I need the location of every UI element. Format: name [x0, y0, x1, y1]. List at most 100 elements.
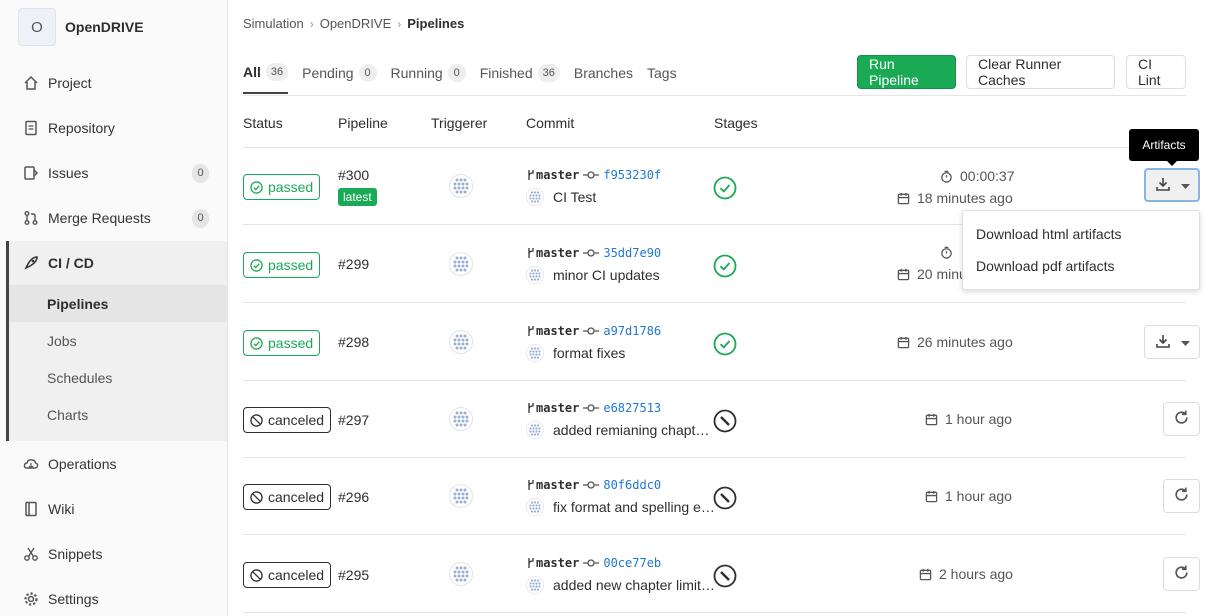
tab-label: Branches: [573, 65, 634, 81]
artifacts-dropdown-button[interactable]: [1144, 325, 1200, 359]
retry-button[interactable]: [1163, 402, 1200, 436]
pipeline-id-link[interactable]: #297: [338, 412, 369, 428]
branch-link[interactable]: master: [536, 478, 579, 492]
stage-passed-icon[interactable]: [713, 176, 737, 200]
project-header[interactable]: O OpenDRIVE: [18, 8, 144, 46]
branch-link[interactable]: master: [536, 168, 579, 182]
pipeline-id-link[interactable]: #299: [338, 256, 369, 272]
pipeline-id-link[interactable]: #296: [338, 489, 369, 505]
tab-all[interactable]: All 36: [243, 56, 289, 94]
clear-runner-caches-button[interactable]: Clear Runner Caches: [966, 55, 1115, 89]
branch-link[interactable]: master: [536, 401, 579, 415]
finished-time-label: 1 hour ago: [945, 411, 1012, 427]
branch-link[interactable]: master: [536, 324, 579, 338]
commit-title-link[interactable]: added remianing chapt…: [553, 422, 709, 438]
breadcrumb-opendrive[interactable]: OpenDRIVE: [320, 16, 392, 31]
sidebar-item-project[interactable]: Project: [0, 63, 227, 103]
branch-link[interactable]: master: [536, 556, 579, 570]
triggerer-avatar[interactable]: [449, 252, 473, 276]
stage-canceled-icon[interactable]: [713, 486, 737, 510]
breadcrumb-simulation[interactable]: Simulation: [243, 16, 304, 31]
branch-link[interactable]: master: [536, 246, 579, 260]
branch-icon: [528, 248, 534, 258]
tab-tags[interactable]: Tags: [647, 56, 677, 94]
commit-author-avatar[interactable]: [526, 498, 544, 516]
sidebar-subitem-schedules[interactable]: Schedules: [0, 359, 227, 396]
sidebar-item-operations[interactable]: Operations: [0, 444, 227, 484]
commit-title-link[interactable]: format fixes: [553, 345, 625, 361]
commit-sha-link[interactable]: 00ce77eb: [603, 556, 661, 570]
status-badge[interactable]: passed: [243, 174, 321, 200]
sidebar-subitem-jobs[interactable]: Jobs: [0, 322, 227, 359]
status-badge[interactable]: canceled: [243, 562, 332, 588]
triggerer-avatar[interactable]: [449, 484, 473, 508]
sidebar-item-wiki[interactable]: Wiki: [0, 489, 227, 529]
sidebar-item-repository[interactable]: Repository: [0, 108, 227, 148]
status-badge[interactable]: canceled: [243, 484, 332, 510]
sidebar-item-merge-requests[interactable]: Merge Requests 0: [0, 198, 227, 238]
finished-time-label: 26 minutes ago: [917, 334, 1013, 350]
commit-title-link[interactable]: CI Test: [553, 189, 596, 205]
pipeline-finished-time: 1 hour ago: [925, 411, 1012, 427]
status-badge[interactable]: canceled: [243, 407, 332, 433]
commit-sha-link[interactable]: 35dd7e90: [603, 246, 661, 260]
check-circle-icon: [250, 258, 263, 272]
stage-canceled-icon[interactable]: [713, 564, 737, 588]
status-badge[interactable]: passed: [243, 330, 321, 356]
ci-lint-button[interactable]: CI Lint: [1126, 55, 1186, 89]
retry-button[interactable]: [1163, 557, 1200, 591]
sidebar-item-snippets[interactable]: Snippets: [0, 534, 227, 574]
commit-sha-link[interactable]: 80f6ddc0: [603, 478, 661, 492]
pipeline-finished-time: 26 minutes ago: [897, 334, 1013, 350]
tab-count: 0: [447, 64, 466, 82]
stage-canceled-icon[interactable]: [713, 409, 737, 433]
commit-author-avatar[interactable]: [526, 188, 544, 206]
commit-sha-link[interactable]: e6827513: [603, 401, 661, 415]
run-pipeline-button[interactable]: Run Pipeline: [857, 55, 956, 89]
tab-count: 36: [265, 63, 289, 81]
commit-title-link[interactable]: minor CI updates: [553, 267, 660, 283]
triggerer-avatar[interactable]: [449, 562, 473, 586]
commit-author-avatar[interactable]: [526, 421, 544, 439]
cloud-icon: [22, 455, 40, 473]
canceled-icon: [250, 568, 263, 582]
download-pdf-artifacts-item[interactable]: Download pdf artifacts: [976, 258, 1115, 274]
tab-running[interactable]: Running 0: [391, 56, 466, 94]
status-badge[interactable]: passed: [243, 252, 321, 278]
tab-pending[interactable]: Pending 0: [302, 56, 377, 94]
commit-title-link[interactable]: fix format and spelling e…: [553, 499, 715, 515]
finished-time-label: 2 hours ago: [939, 566, 1013, 582]
commit-title-link[interactable]: added new chapter limit…: [553, 577, 715, 593]
pipeline-id-link[interactable]: #300: [338, 167, 369, 183]
stage-passed-icon[interactable]: [713, 332, 737, 356]
download-html-artifacts-item[interactable]: Download html artifacts: [976, 226, 1122, 242]
breadcrumb-pipelines[interactable]: Pipelines: [407, 16, 464, 31]
table-row: canceled #297 master e6827513 added remi…: [243, 381, 1200, 458]
tab-finished[interactable]: Finished 36: [480, 56, 560, 94]
canceled-icon: [250, 490, 263, 504]
sidebar-item-ci-cd[interactable]: CI / CD: [0, 243, 227, 283]
sidebar: O OpenDRIVE Project Repository Issues 0 …: [0, 0, 228, 616]
pipeline-id-link[interactable]: #295: [338, 567, 369, 583]
retry-button[interactable]: [1163, 479, 1200, 513]
triggerer-avatar[interactable]: [449, 330, 473, 354]
triggerer-avatar[interactable]: [449, 174, 473, 198]
sidebar-item-settings[interactable]: Settings: [0, 579, 227, 616]
triggerer-avatar[interactable]: [449, 407, 473, 431]
commit-sha-link[interactable]: f953230f: [603, 168, 661, 182]
sidebar-item-issues[interactable]: Issues 0: [0, 153, 227, 193]
sidebar-subitem-charts[interactable]: Charts: [0, 396, 227, 433]
pipeline-id-link[interactable]: #298: [338, 334, 369, 350]
commit-icon: [583, 404, 600, 412]
artifacts-dropdown-button[interactable]: [1144, 168, 1200, 202]
sidebar-subitem-pipelines[interactable]: Pipelines: [9, 285, 227, 322]
tab-branches[interactable]: Branches: [574, 56, 633, 94]
tab-label: Tags: [647, 65, 677, 81]
commit-author-avatar[interactable]: [526, 344, 544, 362]
commit-author-avatar[interactable]: [526, 266, 544, 284]
merge-requests-count-badge: 0: [192, 208, 209, 228]
stage-passed-icon[interactable]: [713, 254, 737, 278]
project-name: OpenDRIVE: [65, 19, 144, 35]
commit-sha-link[interactable]: a97d1786: [603, 324, 661, 338]
commit-author-avatar[interactable]: [526, 576, 544, 594]
